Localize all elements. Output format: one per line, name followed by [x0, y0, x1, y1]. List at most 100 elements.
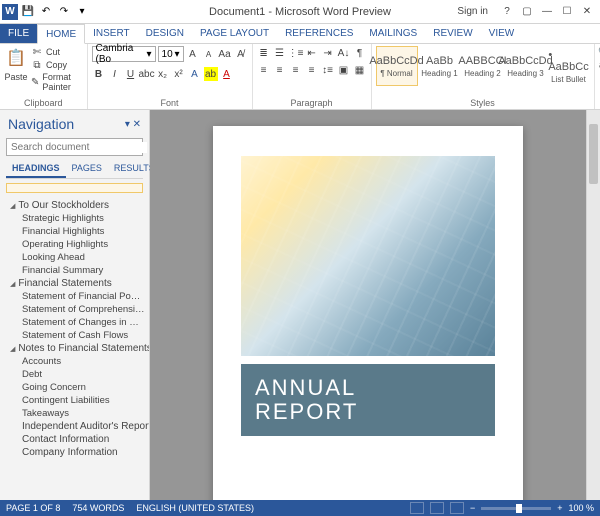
align-left-button[interactable]: ≡: [257, 63, 271, 77]
format-painter-button[interactable]: ✎Format Painter: [31, 72, 83, 92]
cut-button[interactable]: ✄Cut: [31, 46, 83, 58]
status-page[interactable]: PAGE 1 OF 8: [6, 503, 60, 513]
nav-heading[interactable]: Independent Auditor's Report: [0, 420, 149, 433]
view-print-layout[interactable]: [430, 502, 444, 514]
bold-button[interactable]: B: [92, 67, 106, 81]
collapse-icon[interactable]: ◢: [10, 280, 15, 288]
highlight-button[interactable]: ab: [204, 67, 218, 81]
nav-heading[interactable]: Statement of Financial Position: [0, 290, 149, 303]
underline-button[interactable]: U: [124, 67, 138, 81]
tab-view[interactable]: VIEW: [481, 24, 523, 43]
font-size-select[interactable]: 10▾: [158, 46, 184, 62]
paste-button[interactable]: 📋 Paste: [4, 46, 28, 82]
superscript-button[interactable]: x²: [172, 67, 186, 81]
ribbon-display-icon[interactable]: ▢: [518, 4, 536, 20]
search-input[interactable]: [7, 142, 147, 153]
nav-new-heading-box[interactable]: [6, 183, 143, 193]
justify-button[interactable]: ≡: [305, 63, 319, 77]
grow-font-button[interactable]: A: [186, 47, 200, 61]
copy-button[interactable]: ⧉Copy: [31, 59, 83, 71]
page[interactable]: ANNUAL REPORT: [213, 126, 523, 500]
tab-mailings[interactable]: MAILINGS: [361, 24, 425, 43]
font-color-button[interactable]: A: [220, 67, 234, 81]
nav-heading[interactable]: Statement of Changes in Equity: [0, 316, 149, 329]
nav-heading[interactable]: Debt: [0, 368, 149, 381]
style-item-4[interactable]: • AaBbCcList Bullet: [548, 46, 590, 86]
undo-icon[interactable]: ↶: [38, 4, 54, 20]
align-center-button[interactable]: ≡: [273, 63, 287, 77]
align-right-button[interactable]: ≡: [289, 63, 303, 77]
tab-insert[interactable]: INSERT: [85, 24, 138, 43]
strikethrough-button[interactable]: abc: [140, 67, 154, 81]
zoom-slider[interactable]: [481, 507, 551, 510]
tab-design[interactable]: DESIGN: [138, 24, 192, 43]
nav-heading[interactable]: Company Information: [0, 446, 149, 459]
decrease-indent-button[interactable]: ⇤: [305, 46, 319, 60]
status-language[interactable]: ENGLISH (UNITED STATES): [136, 503, 254, 513]
maximize-icon[interactable]: ☐: [558, 4, 576, 20]
collapse-icon[interactable]: ◢: [10, 202, 15, 210]
collapse-icon[interactable]: ◢: [10, 345, 15, 353]
nav-heading[interactable]: Takeaways: [0, 407, 149, 420]
clear-formatting-button[interactable]: A̸: [234, 47, 248, 61]
view-web-layout[interactable]: [450, 502, 464, 514]
nav-search[interactable]: 🔍: [6, 138, 143, 156]
nav-heading[interactable]: ◢To Our Stockholders: [0, 199, 149, 212]
multilevel-button[interactable]: ⋮≡: [289, 46, 303, 60]
shading-button[interactable]: ▣: [337, 63, 351, 77]
tab-review[interactable]: REVIEW: [425, 24, 480, 43]
tab-home[interactable]: HOME: [37, 24, 85, 44]
tab-page-layout[interactable]: PAGE LAYOUT: [192, 24, 277, 43]
change-case-button[interactable]: Aa: [218, 47, 232, 61]
vertical-scrollbar[interactable]: [586, 110, 600, 500]
nav-heading[interactable]: Financial Highlights: [0, 225, 149, 238]
view-read-mode[interactable]: [410, 502, 424, 514]
nav-tab-pages[interactable]: PAGES: [66, 160, 108, 178]
tab-references[interactable]: REFERENCES: [277, 24, 361, 43]
nav-heading[interactable]: Operating Highlights: [0, 238, 149, 251]
nav-dropdown-icon[interactable]: ▾ ✕: [125, 119, 141, 130]
sort-button[interactable]: A↓: [337, 46, 351, 60]
nav-heading[interactable]: Looking Ahead: [0, 251, 149, 264]
shrink-font-button[interactable]: A: [202, 47, 216, 61]
save-icon[interactable]: 💾: [20, 4, 36, 20]
borders-button[interactable]: ▦: [353, 63, 367, 77]
text-effects-button[interactable]: A: [188, 67, 202, 81]
nav-heading[interactable]: ◢Notes to Financial Statements: [0, 342, 149, 355]
zoom-out-button[interactable]: −: [470, 503, 475, 513]
italic-button[interactable]: I: [108, 67, 122, 81]
minimize-icon[interactable]: —: [538, 4, 556, 20]
zoom-level[interactable]: 100 %: [568, 503, 594, 513]
status-words[interactable]: 754 WORDS: [72, 503, 124, 513]
font-name-select[interactable]: Cambria (Bo▾: [92, 46, 156, 62]
nav-heading[interactable]: Contact Information: [0, 433, 149, 446]
document-area[interactable]: ANNUAL REPORT: [150, 110, 586, 500]
nav-heading[interactable]: Statement of Cash Flows: [0, 329, 149, 342]
style-item-3[interactable]: AaBbCcDdHeading 3: [505, 46, 547, 86]
nav-heading[interactable]: Going Concern: [0, 381, 149, 394]
redo-icon[interactable]: ↷: [56, 4, 72, 20]
style-item-2[interactable]: AABBCCIHeading 2: [462, 46, 504, 86]
style-item-1[interactable]: AaBbHeading 1: [419, 46, 461, 86]
close-icon[interactable]: ✕: [578, 4, 596, 20]
nav-heading[interactable]: Accounts: [0, 355, 149, 368]
tab-file[interactable]: FILE: [0, 24, 37, 43]
bullets-button[interactable]: ≣: [257, 46, 271, 60]
show-marks-button[interactable]: ¶: [353, 46, 367, 60]
nav-heading[interactable]: Statement of Comprehensive Inc...: [0, 303, 149, 316]
sign-in-link[interactable]: Sign in: [457, 6, 488, 17]
nav-heading[interactable]: Contingent Liabilities: [0, 394, 149, 407]
zoom-in-button[interactable]: +: [557, 503, 562, 513]
qat-dropdown-icon[interactable]: ▾: [74, 4, 90, 20]
increase-indent-button[interactable]: ⇥: [321, 46, 335, 60]
line-spacing-button[interactable]: ↕≡: [321, 63, 335, 77]
nav-heading[interactable]: Financial Summary: [0, 264, 149, 277]
style-item-0[interactable]: AaBbCcDd¶ Normal: [376, 46, 418, 86]
numbering-button[interactable]: ☰: [273, 46, 287, 60]
nav-heading[interactable]: ◢Financial Statements: [0, 277, 149, 290]
nav-heading[interactable]: Strategic Highlights: [0, 212, 149, 225]
nav-tab-headings[interactable]: HEADINGS: [6, 160, 66, 178]
subscript-button[interactable]: x₂: [156, 67, 170, 81]
copy-label: Copy: [46, 60, 67, 70]
help-icon[interactable]: ?: [498, 4, 516, 20]
